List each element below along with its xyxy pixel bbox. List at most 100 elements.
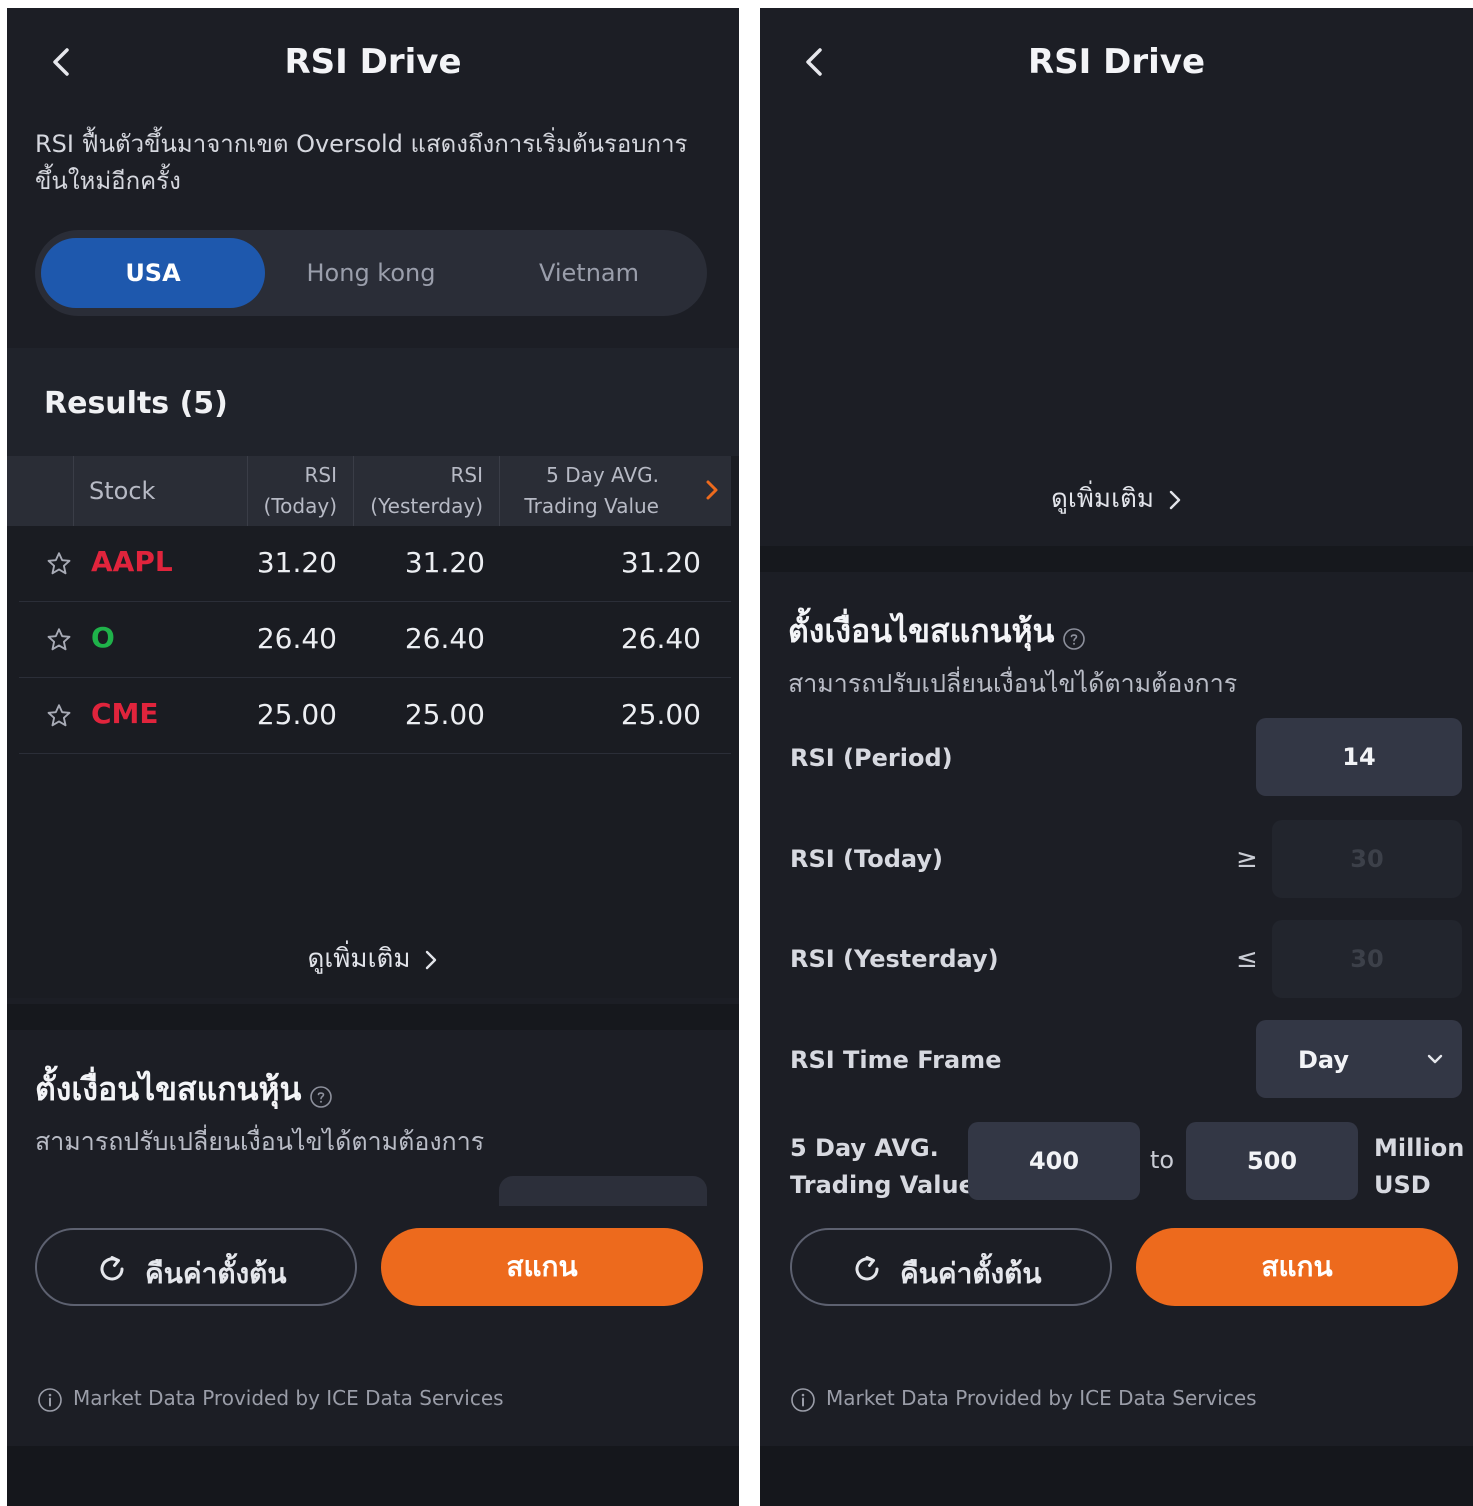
avg-trading-value: 31.20: [620, 546, 701, 579]
rsi-yesterday-label: RSI (Yesterday): [790, 945, 999, 973]
table-row[interactable]: O 26.40 26.40 26.40: [19, 602, 731, 678]
conditions-title-text: ตั้งเงื่อนไขสแกนหุ้น: [788, 612, 1055, 650]
help-circle-icon[interactable]: [309, 1079, 333, 1108]
refresh-icon: [95, 1252, 129, 1286]
help-circle-icon[interactable]: [1062, 621, 1086, 650]
col-header-line: RSI: [450, 463, 484, 487]
table-header: Stock RSI (Today) RSI (Yesterday) 5 Day …: [7, 456, 731, 526]
see-more-link[interactable]: ดูเพิ่มเติม: [760, 478, 1473, 519]
star-outline-icon: [47, 552, 71, 575]
reset-button[interactable]: คืนค่าตั้งต้น: [790, 1228, 1112, 1306]
rsi-yesterday-input[interactable]: 30: [1272, 920, 1462, 998]
col-header-line: Trading Value: [524, 494, 659, 518]
scan-button[interactable]: สแกน: [381, 1228, 703, 1306]
col-header-rsi-yesterday[interactable]: RSI (Yesterday): [353, 456, 483, 526]
rsi-yesterday-value: 26.40: [404, 622, 485, 655]
refresh-icon: [850, 1252, 884, 1286]
top-bar: RSI Drive: [7, 8, 739, 118]
conditions-subtitle: สามารถปรับเปลี่ยนเงื่อนไขได้ตามต้องการ: [788, 669, 1238, 698]
chevron-right-icon: [706, 480, 718, 500]
column-divider: [73, 456, 74, 526]
stock-symbol[interactable]: O: [91, 621, 115, 654]
less-equal-operator: ≤: [1236, 944, 1258, 974]
results-header: Results (5): [7, 348, 739, 456]
stock-symbol[interactable]: CME: [91, 697, 159, 730]
see-more-label: ดูเพิ่มเติม: [307, 944, 411, 974]
col-header-rsi-today[interactable]: RSI (Today): [247, 456, 337, 526]
avg-trading-value: 25.00: [620, 698, 701, 731]
see-more-link[interactable]: ดูเพิ่มเติม: [7, 938, 739, 979]
market-segmented-control: USA Hong kong Vietnam: [35, 230, 707, 316]
rsi-today-input[interactable]: 30: [1272, 820, 1462, 898]
star-outline-icon: [47, 628, 71, 651]
rsi-today-label: RSI (Today): [790, 845, 943, 873]
info-icon: [37, 1387, 63, 1413]
reset-button[interactable]: คืนค่าตั้งต้น: [35, 1228, 357, 1306]
avg-trading-value-min-input[interactable]: 400: [968, 1122, 1140, 1200]
rsi-yesterday-value: 31.20: [404, 546, 485, 579]
results-table: Stock RSI (Today) RSI (Yesterday) 5 Day …: [7, 456, 731, 754]
tab-hong-kong[interactable]: Hong kong: [259, 238, 483, 308]
rsi-time-frame-value: Day: [1298, 1046, 1350, 1074]
stock-symbol[interactable]: AAPL: [91, 545, 173, 578]
conditions-title: ตั้งเงื่อนไขสแกนหุ้น: [788, 606, 1086, 657]
results-card: Results (5) Stock RSI (Today) RSI (Yeste…: [7, 348, 739, 998]
col-header-line: RSI: [304, 463, 338, 487]
favorite-star-button[interactable]: [45, 626, 73, 654]
page-title: RSI Drive: [1027, 42, 1206, 82]
unit-line: Million: [1374, 1134, 1465, 1162]
scan-button[interactable]: สแกน: [1136, 1228, 1458, 1306]
avg-trading-value-unit: Million USD: [1374, 1130, 1464, 1204]
rsi-time-frame-label: RSI Time Frame: [790, 1046, 1002, 1074]
reset-button-label: คืนค่าตั้งต้น: [145, 1257, 287, 1290]
results-title: Results (5): [44, 386, 228, 421]
rsi-period-input[interactable]: 14: [1256, 718, 1462, 796]
top-bar: RSI Drive: [760, 8, 1473, 118]
bottom-safe-area: [760, 1446, 1473, 1506]
col-header-avg-trading-value[interactable]: 5 Day AVG. Trading Value: [499, 456, 659, 526]
tab-usa[interactable]: USA: [41, 238, 265, 308]
avg-trading-value-label-line: 5 Day AVG.: [790, 1134, 939, 1162]
bottom-safe-area: [7, 1446, 739, 1506]
rsi-today-value: 31.20: [256, 546, 337, 579]
screen-results: RSI Drive RSI ฟื้นตัวขึ้นมาจากเขต Overso…: [7, 8, 739, 1506]
greater-equal-operator: ≥: [1236, 844, 1258, 874]
avg-trading-value-label: 5 Day AVG. Trading Value: [790, 1130, 975, 1204]
chevron-right-icon: [1168, 488, 1182, 512]
favorite-star-button[interactable]: [45, 550, 73, 578]
rsi-period-label: RSI (Period): [790, 744, 953, 772]
section-divider: [760, 546, 1473, 572]
data-provider-note: Market Data Provided by ICE Data Service…: [790, 1386, 1257, 1413]
rsi-today-value: 26.40: [256, 622, 337, 655]
col-header-line: (Today): [263, 494, 337, 518]
data-provider-note: Market Data Provided by ICE Data Service…: [37, 1386, 504, 1413]
data-provider-text: Market Data Provided by ICE Data Service…: [73, 1386, 504, 1410]
rsi-time-frame-select[interactable]: Day: [1256, 1020, 1462, 1098]
page-title: RSI Drive: [284, 42, 462, 82]
avg-trading-value-max-input[interactable]: 500: [1186, 1122, 1358, 1200]
data-provider-text: Market Data Provided by ICE Data Service…: [826, 1386, 1257, 1410]
conditions-subtitle: สามารถปรับเปลี่ยนเงื่อนไขได้ตามต้องการ: [35, 1127, 485, 1156]
info-icon: [790, 1387, 816, 1413]
strategy-description: RSI ฟื้นตัวขึ้นมาจากเขต Oversold แสดงถึง…: [35, 130, 688, 195]
avg-trading-value-label-line: Trading Value: [790, 1171, 975, 1199]
rsi-today-value: 25.00: [256, 698, 337, 731]
reset-button-label: คืนค่าตั้งต้น: [900, 1257, 1042, 1290]
rsi-yesterday-value: 25.00: [404, 698, 485, 731]
col-header-line: (Yesterday): [370, 494, 483, 518]
see-more-label: ดูเพิ่มเติม: [1051, 484, 1154, 514]
chevron-down-icon: [1424, 1048, 1446, 1070]
rsi-period-input-peek: [499, 1176, 707, 1206]
tab-vietnam[interactable]: Vietnam: [477, 238, 701, 308]
conditions-title: ตั้งเงื่อนไขสแกนหุ้น: [35, 1064, 333, 1115]
favorite-star-button[interactable]: [45, 702, 73, 730]
scroll-right-button[interactable]: [703, 476, 721, 504]
avg-trading-value: 26.40: [620, 622, 701, 655]
section-divider: [7, 1004, 739, 1030]
col-header-line: 5 Day AVG.: [546, 463, 659, 487]
table-row[interactable]: CME 25.00 25.00 25.00: [19, 678, 731, 754]
unit-line: USD: [1374, 1171, 1431, 1199]
table-row[interactable]: AAPL 31.20 31.20 31.20: [19, 526, 731, 602]
screen-conditions: RSI Drive ดูเพิ่มเติม ตั้งเงื่อนไขสแกนหุ…: [760, 8, 1473, 1506]
conditions-title-text: ตั้งเงื่อนไขสแกนหุ้น: [35, 1070, 302, 1108]
